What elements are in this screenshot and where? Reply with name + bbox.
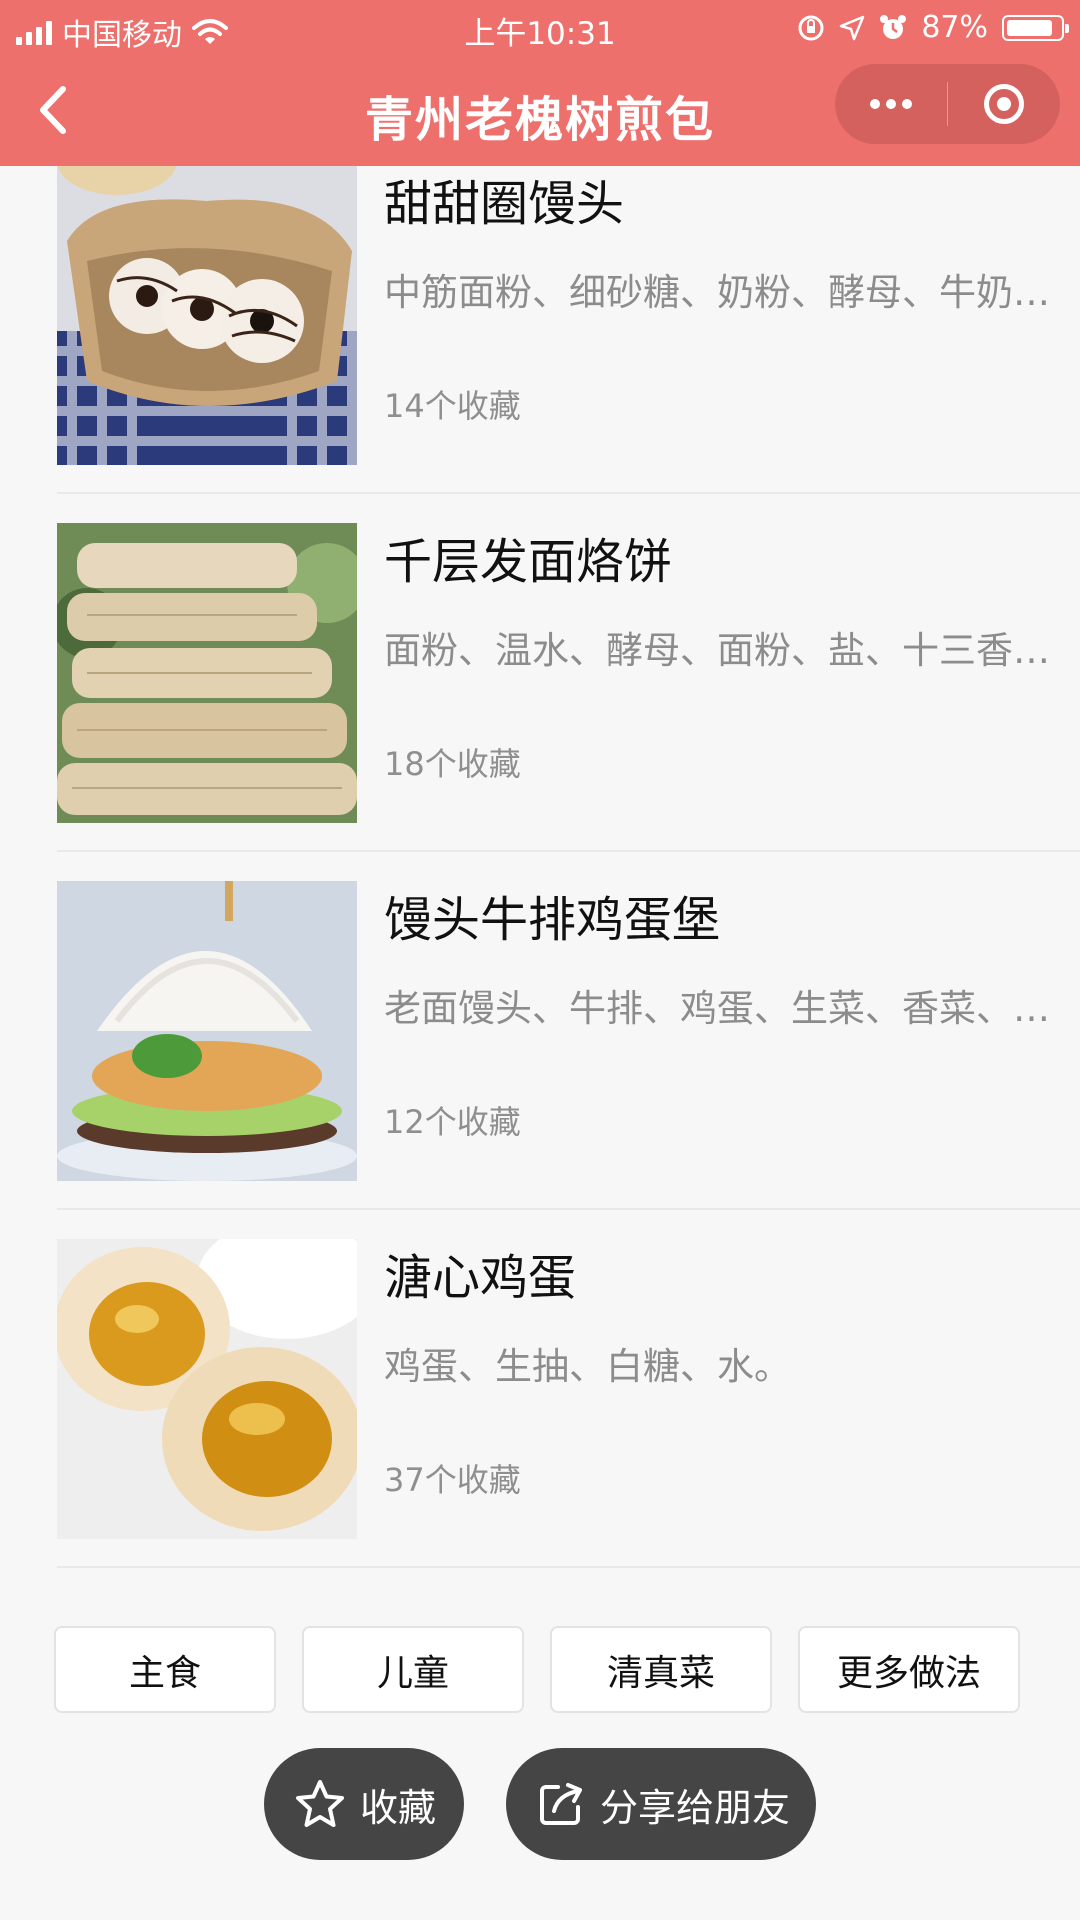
recipe-ingredients: 面粉、温水、酵母、面粉、盐、十三香、油 [384, 629, 1074, 672]
favorite-label: 收藏 [360, 1785, 437, 1830]
recipe-item[interactable]: 千层发面烙饼 面粉、温水、酵母、面粉、盐、十三香、油 18个收藏 [57, 494, 1080, 852]
category-button-children[interactable]: 儿童 [302, 1626, 524, 1713]
category-buttons: 主食 儿童 清真菜 更多做法 [54, 1626, 1024, 1713]
favorite-button[interactable]: 收藏 [264, 1748, 464, 1860]
navigation-bar: 青州老槐树煎包 [0, 54, 1080, 166]
target-circle-icon [984, 84, 1024, 124]
status-bar: 中国移动 上午10:31 87% [0, 0, 1080, 54]
close-button[interactable] [948, 64, 1060, 144]
battery-level [1007, 19, 1052, 36]
orientation-lock-icon [798, 15, 824, 40]
more-dots-icon [870, 99, 912, 109]
alarm-icon [880, 14, 907, 39]
recipe-favorite-count: 37个收藏 [384, 1461, 521, 1499]
share-label: 分享给朋友 [600, 1785, 791, 1830]
recipe-ingredients: 老面馒头、牛排、鸡蛋、生菜、香菜、酱料 [384, 987, 1074, 1030]
status-right: 87% [797, 10, 1069, 45]
action-bar: 收藏 分享给朋友 [0, 1748, 1080, 1860]
recipe-ingredients: 中筋面粉、细砂糖、奶粉、酵母、牛奶、巧克力 [384, 271, 1074, 314]
top-bar: 中国移动 上午10:31 87% 青州老槐树煎包 [0, 0, 1080, 166]
recipe-thumbnail [57, 881, 357, 1181]
recipe-favorite-count: 14个收藏 [384, 387, 521, 425]
share-icon [536, 1779, 586, 1829]
recipe-name: 溏心鸡蛋 [384, 1250, 577, 1306]
category-button-more-recipes[interactable]: 更多做法 [798, 1626, 1020, 1713]
category-button-halal[interactable]: 清真菜 [550, 1626, 772, 1713]
recipe-name: 千层发面烙饼 [384, 534, 673, 590]
recipe-favorite-count: 18个收藏 [384, 745, 521, 783]
recipe-item[interactable]: 溏心鸡蛋 鸡蛋、生抽、白糖、水。 37个收藏 [57, 1210, 1080, 1568]
recipe-favorite-count: 12个收藏 [384, 1103, 521, 1141]
recipe-name: 甜甜圈馒头 [384, 176, 625, 232]
battery-percent: 87% [921, 10, 988, 45]
share-button[interactable]: 分享给朋友 [506, 1748, 816, 1860]
category-button-staple[interactable]: 主食 [54, 1626, 276, 1713]
recipe-thumbnail [57, 523, 357, 823]
recipe-thumbnail [57, 1239, 357, 1539]
recipe-thumbnail [57, 131, 357, 465]
location-icon [840, 15, 865, 40]
recipe-ingredients: 鸡蛋、生抽、白糖、水。 [384, 1345, 791, 1388]
mini-program-capsule [835, 64, 1060, 144]
recipe-name: 馒头牛排鸡蛋堡 [384, 892, 721, 948]
battery-icon [1002, 14, 1069, 41]
recipe-item[interactable]: 甜甜圈馒头 中筋面粉、细砂糖、奶粉、酵母、牛奶、巧克力 14个收藏 [57, 131, 1080, 494]
more-button[interactable] [835, 64, 947, 144]
recipe-item[interactable]: 馒头牛排鸡蛋堡 老面馒头、牛排、鸡蛋、生菜、香菜、酱料 12个收藏 [57, 852, 1080, 1210]
star-icon [294, 1779, 346, 1829]
